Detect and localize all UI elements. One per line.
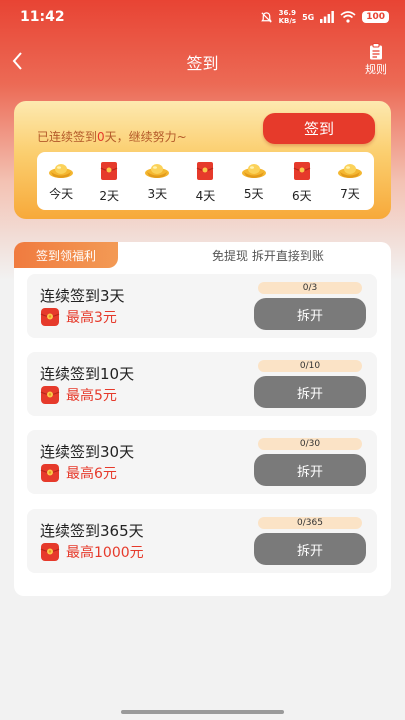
task-reward: 最高5元 [40, 385, 117, 405]
task-reward-text: 最高5元 [66, 388, 117, 404]
task-title: 连续签到10天 [40, 365, 135, 383]
signin-streak-text: 已连续签到0天，继续努力~ [37, 128, 187, 145]
back-button[interactable] [8, 48, 32, 74]
wifi-icon [340, 11, 356, 23]
red-packet-icon [197, 162, 214, 180]
signin-day-label: 3天 [147, 187, 168, 201]
open-reward-button[interactable]: 拆开 [254, 533, 366, 565]
signin-day-label: 7天 [340, 187, 360, 201]
task-row: 连续签到10天最高5元 0/10 拆开 [27, 352, 377, 416]
mute-bell-icon [260, 11, 272, 23]
open-reward-button[interactable]: 拆开 [254, 298, 366, 330]
signal-icon [320, 11, 335, 23]
red-envelope-icon [40, 386, 60, 404]
task-reward: 最高1000元 [40, 542, 144, 562]
task-row: 连续签到30天最高6元 0/30 拆开 [27, 430, 377, 494]
signin-day-label: 5天 [243, 187, 264, 201]
task-title: 连续签到365天 [40, 522, 144, 540]
task-progress-text: 0/3 [302, 283, 318, 293]
signin-day: 7天 [326, 152, 374, 210]
signin-day-label: 今天 [49, 187, 74, 201]
gold-ingot-icon [145, 164, 170, 178]
red-packet-icon [293, 162, 311, 180]
benefits-note: 免提现 拆开直接到账 [212, 249, 324, 263]
open-reward-button[interactable]: 拆开 [254, 454, 366, 486]
status-icons: 36.9 KB/s 5G 100 [260, 9, 389, 25]
home-indicator [121, 710, 284, 714]
open-reward-button[interactable]: 拆开 [254, 376, 366, 408]
task-reward-text: 最高1000元 [66, 545, 144, 561]
red-envelope-icon [40, 543, 60, 561]
signin-days-count: 0 [97, 130, 105, 144]
status-time: 11:42 [20, 9, 65, 25]
signin-card: 已连续签到0天，继续努力~ 签到 今天 2天 3天 4天 5天 6天 7天 [14, 101, 391, 219]
network-speed: 36.9 KB/s [279, 9, 296, 25]
signin-day-label: 6天 [291, 189, 312, 203]
page-title: 签到 [186, 54, 219, 73]
signin-day: 5天 [230, 152, 278, 210]
task-progress-text: 0/10 [299, 361, 321, 371]
gold-ingot-icon [241, 164, 266, 178]
gold-ingot-icon [337, 164, 362, 178]
signin-text-prefix: 已连续签到 [37, 130, 98, 144]
task-progress-bar: 0/30 [258, 438, 362, 450]
battery-indicator: 100 [362, 11, 389, 23]
rules-label: 规则 [365, 63, 387, 76]
signin-day-label: 4天 [195, 189, 216, 203]
signin-day: 2天 [85, 152, 133, 210]
task-reward-text: 最高3元 [66, 310, 117, 326]
signin-day: 4天 [181, 152, 229, 210]
task-progress-bar: 0/3 [258, 282, 362, 294]
task-reward: 最高3元 [40, 307, 117, 327]
gold-ingot-icon [49, 164, 74, 178]
signin-day: 6天 [278, 152, 326, 210]
task-reward: 最高6元 [40, 463, 117, 483]
network-speed-value: 36.9 [278, 9, 296, 17]
signin-day: 今天 [37, 152, 85, 210]
task-progress-text: 0/365 [297, 518, 323, 528]
signin-day-label: 2天 [99, 189, 120, 203]
task-title: 连续签到3天 [40, 287, 125, 305]
signin-days-strip: 今天 2天 3天 4天 5天 6天 7天 [37, 152, 374, 210]
red-envelope-icon [40, 308, 60, 326]
signin-day: 3天 [133, 152, 181, 210]
chevron-left-icon [12, 52, 22, 70]
nav-bar: 签到 规则 [0, 40, 405, 84]
clipboard-icon [370, 43, 382, 60]
signin-text-suffix: 天，继续努力~ [104, 130, 187, 144]
signin-button[interactable]: 签到 [263, 113, 375, 144]
network-speed-unit: KB/s [278, 17, 297, 25]
benefits-card: 签到领福利 免提现 拆开直接到账 连续签到3天 最高3元 0/3 拆开 连续签到10天最… [14, 242, 391, 596]
task-row: 连续签到365天最高1000元 0/365 拆开 [27, 509, 377, 573]
task-row: 连续签到3天最高3元 0/3 拆开 [27, 274, 377, 338]
task-progress-bar: 0/365 [258, 517, 362, 529]
rules-button[interactable]: 规则 [359, 43, 393, 77]
red-envelope-icon [40, 464, 60, 482]
task-reward-text: 最高6元 [66, 466, 117, 482]
task-title: 连续签到30天 [40, 443, 135, 461]
network-type: 5G [302, 12, 315, 22]
tab-signin-benefits[interactable]: 签到领福利 [14, 242, 118, 268]
status-bar: 11:42 36.9 KB/s 5G 100 [0, 0, 405, 34]
red-packet-icon [100, 162, 118, 180]
task-progress-bar: 0/10 [258, 360, 362, 372]
task-progress-text: 0/30 [299, 439, 321, 449]
